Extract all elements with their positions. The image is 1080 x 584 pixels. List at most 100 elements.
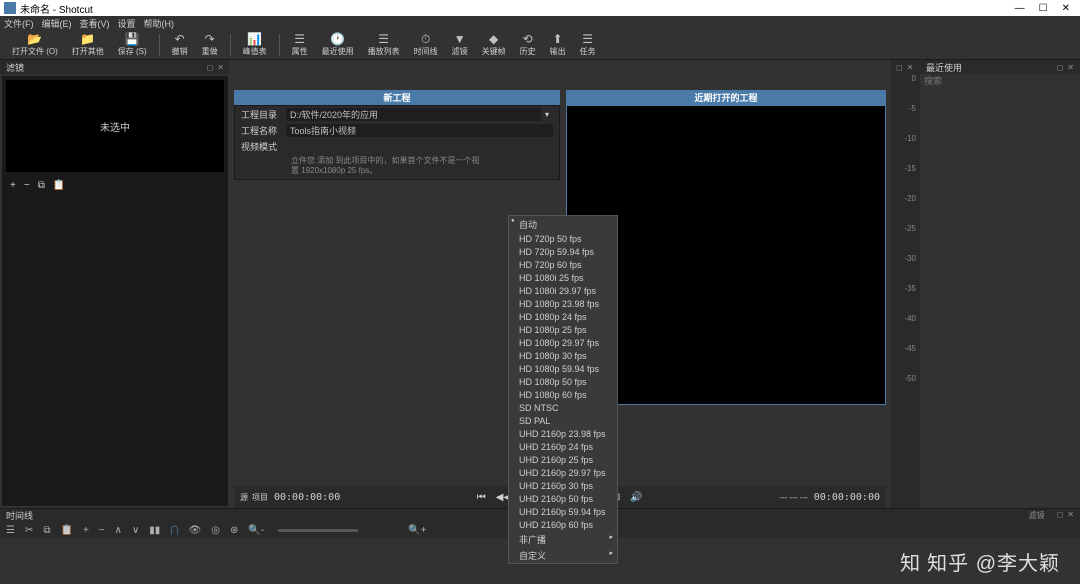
video-mode-option[interactable]: HD 1080i 25 fps (509, 271, 617, 284)
video-mode-option[interactable]: HD 1080p 50 fps (509, 375, 617, 388)
video-mode-option[interactable]: UHD 2160p 60 fps (509, 518, 617, 531)
zoom-out-button[interactable]: 🔍- (248, 525, 264, 536)
timeline-button[interactable]: ⏱时间线 (408, 32, 444, 57)
tab-source[interactable]: 源 (240, 492, 248, 503)
video-mode-option[interactable]: HD 1080p 60 fps (509, 388, 617, 401)
menu-settings[interactable]: 设置 (118, 17, 136, 30)
recent-button[interactable]: 🕐最近使用 (316, 32, 360, 57)
panel-close-icon[interactable]: ✕ (907, 63, 914, 72)
jobs-button[interactable]: ☰任务 (574, 32, 602, 57)
source-panel: 滤镜 ◻✕ 未选中 + − ⧉ 📋 (0, 60, 230, 508)
history-button[interactable]: ⟲历史 (514, 32, 542, 57)
keyframe-icon: ◆ (487, 32, 501, 46)
video-mode-option[interactable]: 自动 (509, 216, 617, 232)
remove-button[interactable]: − (24, 180, 30, 191)
video-mode-option[interactable]: UHD 2160p 25 fps (509, 453, 617, 466)
zoom-out-icon[interactable]: --- --- --- (779, 493, 807, 502)
dir-label: 工程目录 (241, 108, 286, 121)
copy-button[interactable]: ⧉ (38, 180, 45, 191)
peak-table-button[interactable]: 📊峰值表 (237, 32, 273, 57)
panel-undock-icon[interactable]: ◻ (1057, 510, 1064, 521)
folder-plus-icon: 📁 (81, 32, 95, 46)
minimize-button[interactable]: — (1015, 3, 1025, 14)
video-mode-option[interactable]: 自定义 (509, 547, 617, 563)
filters-button[interactable]: ▼滤镜 (446, 32, 474, 57)
undo-button[interactable]: ↶撤销 (166, 32, 194, 57)
dir-browse-button[interactable]: ▾ (541, 110, 553, 119)
open-other-button[interactable]: 📁打开其他 (66, 32, 110, 57)
video-mode-option[interactable]: HD 1080i 29.97 fps (509, 284, 617, 297)
cut-icon[interactable]: ✂ (25, 525, 33, 536)
ruler-tick: -20 (890, 194, 920, 224)
video-mode-option[interactable]: UHD 2160p 23.98 fps (509, 427, 617, 440)
project-name-input[interactable] (286, 124, 553, 137)
export-icon: ⬆ (551, 32, 565, 46)
zoom-in-button[interactable]: 🔍+ (408, 525, 426, 536)
panel-close-icon[interactable]: ✕ (1067, 510, 1074, 521)
recent-used-panel: 最近使用 ◻✕ (920, 60, 1080, 508)
redo-button[interactable]: ↷重做 (196, 32, 224, 57)
properties-button[interactable]: ☰属性 (286, 32, 314, 57)
add-button[interactable]: + (10, 180, 16, 191)
save-button[interactable]: 💾保存 (S) (112, 32, 153, 57)
video-mode-option[interactable]: 非广播 (509, 531, 617, 547)
menu-view[interactable]: 查看(V) (80, 17, 110, 30)
zoom-slider[interactable] (278, 529, 358, 532)
panel-close-icon[interactable]: ✕ (1067, 63, 1074, 72)
volume-button[interactable]: 🔊 (630, 492, 642, 503)
export-button[interactable]: ⬆输出 (544, 32, 572, 57)
panel-undock-icon[interactable]: ◻ (207, 63, 214, 72)
ripple-all-icon[interactable]: ⊛ (230, 525, 238, 536)
peak-icon: 📊 (248, 32, 262, 46)
split-icon[interactable]: ▮▮ (149, 525, 160, 536)
project-dir-input[interactable] (286, 108, 541, 121)
paste-button[interactable]: 📋 (53, 180, 65, 191)
panel-undock-icon[interactable]: ◻ (1057, 63, 1064, 72)
add-icon[interactable]: + (83, 525, 89, 536)
video-mode-option[interactable]: HD 1080p 29.97 fps (509, 336, 617, 349)
video-mode-option[interactable]: UHD 2160p 30 fps (509, 479, 617, 492)
video-mode-option[interactable]: UHD 2160p 29.97 fps (509, 466, 617, 479)
panel-close-icon[interactable]: ✕ (217, 63, 224, 72)
video-mode-option[interactable]: SD NTSC (509, 401, 617, 414)
video-mode-option[interactable]: SD PAL (509, 414, 617, 427)
remove-icon[interactable]: − (99, 525, 105, 536)
keyframes-button[interactable]: ◆关键帧 (476, 32, 512, 57)
menu-icon[interactable]: ☰ (6, 525, 15, 536)
timeline-label: 滤镜 (1029, 510, 1045, 521)
video-mode-option[interactable]: HD 1080p 59.94 fps (509, 362, 617, 375)
skip-start-button[interactable]: ⏮ (477, 492, 486, 503)
video-mode-option[interactable]: HD 720p 60 fps (509, 258, 617, 271)
undo-icon: ↶ (173, 32, 187, 46)
ripple-icon[interactable]: ◎ (211, 525, 220, 536)
maximize-button[interactable]: ☐ (1039, 3, 1048, 14)
video-mode-option[interactable]: HD 1080p 30 fps (509, 349, 617, 362)
video-mode-option[interactable]: HD 1080p 23.98 fps (509, 297, 617, 310)
video-mode-option[interactable]: HD 720p 50 fps (509, 232, 617, 245)
video-mode-dropdown[interactable]: 自动HD 720p 50 fpsHD 720p 59.94 fpsHD 720p… (508, 215, 618, 564)
video-mode-option[interactable]: UHD 2160p 24 fps (509, 440, 617, 453)
paste-icon[interactable]: 📋 (61, 525, 73, 536)
tab-project[interactable]: 项目 (252, 492, 268, 503)
video-mode-option[interactable]: UHD 2160p 59.94 fps (509, 505, 617, 518)
video-mode-option[interactable]: HD 720p 59.94 fps (509, 245, 617, 258)
scrub-icon[interactable]: 👁 (189, 525, 202, 536)
video-mode-option[interactable]: HD 1080p 24 fps (509, 310, 617, 323)
window-title: 未命名 - Shotcut (20, 1, 93, 16)
playlist-button[interactable]: ☰播放列表 (362, 32, 406, 57)
search-input[interactable] (924, 76, 1076, 86)
video-mode-option[interactable]: UHD 2160p 50 fps (509, 492, 617, 505)
ruler-tick: -15 (890, 164, 920, 194)
playlist-icon: ☰ (377, 32, 391, 46)
video-mode-option[interactable]: HD 1080p 25 fps (509, 323, 617, 336)
down-icon[interactable]: ∨ (132, 525, 139, 536)
copy-icon[interactable]: ⧉ (43, 525, 50, 536)
close-button[interactable]: ✕ (1062, 3, 1070, 14)
menu-file[interactable]: 文件(F) (4, 17, 34, 30)
panel-undock-icon[interactable]: ◻ (896, 63, 903, 72)
snap-icon[interactable]: ⋂ (170, 525, 178, 536)
up-icon[interactable]: ∧ (115, 525, 122, 536)
menu-edit[interactable]: 编辑(E) (42, 17, 72, 30)
open-file-button[interactable]: 📂打开文件 (O) (6, 32, 64, 57)
menu-help[interactable]: 帮助(H) (144, 17, 175, 30)
